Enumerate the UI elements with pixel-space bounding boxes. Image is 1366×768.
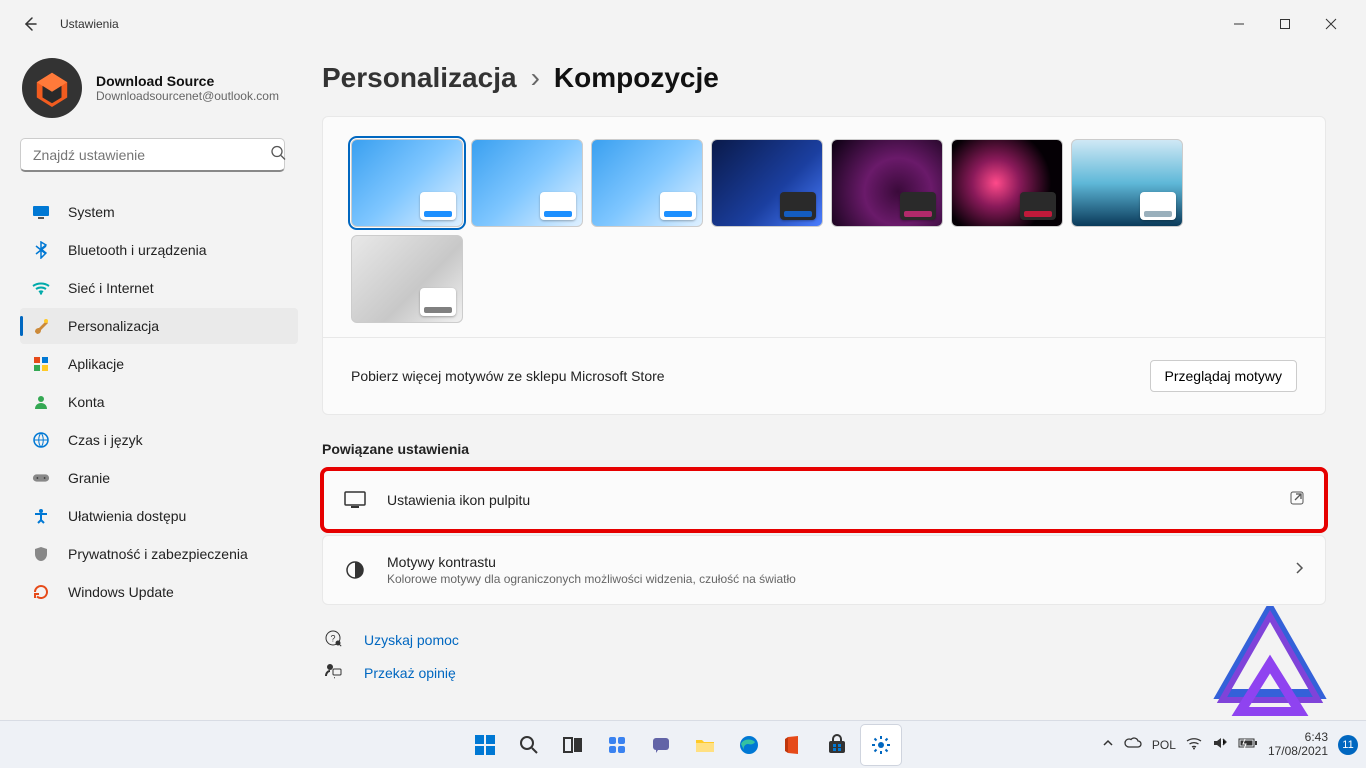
volume-icon[interactable]: [1212, 736, 1228, 753]
sidebar-item-display[interactable]: System: [20, 194, 298, 230]
onedrive-icon[interactable]: [1124, 736, 1142, 753]
help-icon: ?: [324, 629, 344, 650]
setting-row-1[interactable]: Motywy kontrastu Kolorowe motywy dla ogra…: [322, 535, 1326, 605]
sidebar-item-label: Ułatwienia dostępu: [68, 508, 186, 524]
search-input[interactable]: [20, 138, 285, 172]
taskbar-search-button[interactable]: [509, 725, 549, 765]
sidebar-item-update[interactable]: Windows Update: [20, 574, 298, 610]
sidebar-item-accessibility[interactable]: Ułatwienia dostępu: [20, 498, 298, 534]
section-title-related: Powiązane ustawienia: [322, 441, 1326, 457]
shield-icon: [32, 545, 50, 563]
file-explorer-button[interactable]: [685, 725, 725, 765]
gamepad-icon: [32, 469, 50, 487]
theme-thumb-5[interactable]: [951, 139, 1063, 227]
theme-thumb-6[interactable]: [1071, 139, 1183, 227]
brush-icon: [32, 317, 50, 335]
external-link-icon: [1289, 490, 1305, 511]
sidebar-item-globe[interactable]: Czas i język: [20, 422, 298, 458]
store-text: Pobierz więcej motywów ze sklepu Microso…: [351, 368, 665, 384]
theme-thumb-0[interactable]: [351, 139, 463, 227]
globe-icon: [32, 431, 50, 449]
chat-button[interactable]: [641, 725, 681, 765]
avatar: [22, 58, 82, 118]
minimize-button[interactable]: [1216, 8, 1262, 40]
setting-title: Ustawienia ikon pulpitu: [387, 492, 530, 508]
settings-app-button[interactable]: [861, 725, 901, 765]
accessibility-icon: [32, 507, 50, 525]
sidebar-item-label: Personalizacja: [68, 318, 159, 334]
feedback-link[interactable]: Przekaż opinię: [322, 656, 1326, 689]
sidebar-item-label: Sieć i Internet: [68, 280, 154, 296]
sidebar-item-account[interactable]: Konta: [20, 384, 298, 420]
edge-button[interactable]: [729, 725, 769, 765]
get-help-link[interactable]: ? Uzyskaj pomoc: [322, 623, 1326, 656]
svg-text:?: ?: [330, 634, 335, 644]
browse-themes-button[interactable]: Przeglądaj motywy: [1150, 360, 1298, 392]
close-icon: [1325, 18, 1337, 30]
start-button[interactable]: [465, 725, 505, 765]
minimize-icon: [1233, 18, 1245, 30]
task-view-button[interactable]: [553, 725, 593, 765]
sidebar-item-shield[interactable]: Prywatność i zabezpieczenia: [20, 536, 298, 572]
sidebar-item-label: Windows Update: [68, 584, 174, 600]
update-icon: [32, 583, 50, 601]
theme-thumb-1[interactable]: [471, 139, 583, 227]
maximize-icon: [1279, 18, 1291, 30]
theme-thumb-4[interactable]: [831, 139, 943, 227]
feedback-icon: [324, 662, 344, 683]
breadcrumb-parent[interactable]: Personalizacja: [322, 62, 517, 94]
user-block[interactable]: Download Source Downloadsourcenet@outloo…: [22, 58, 298, 118]
breadcrumb: Personalizacja › Kompozycje: [322, 62, 1326, 94]
sidebar-item-wifi[interactable]: Sieć i Internet: [20, 270, 298, 306]
setting-desc: Kolorowe motywy dla ograniczonych możliw…: [387, 572, 796, 586]
office-button[interactable]: [773, 725, 813, 765]
contrast-icon: [343, 558, 367, 582]
theme-thumb-7[interactable]: [351, 235, 463, 323]
battery-icon[interactable]: [1238, 737, 1258, 752]
bluetooth-icon: [32, 241, 50, 259]
arrow-left-icon: [22, 16, 38, 32]
sidebar-item-label: Granie: [68, 470, 110, 486]
sidebar-item-apps[interactable]: Aplikacje: [20, 346, 298, 382]
clock[interactable]: 6:43 17/08/2021: [1268, 731, 1328, 757]
chevron-right-icon: [1293, 560, 1305, 581]
user-email: Downloadsourcenet@outlook.com: [96, 89, 279, 103]
sidebar-item-label: Czas i język: [68, 432, 143, 448]
maximize-button[interactable]: [1262, 8, 1308, 40]
theme-thumb-2[interactable]: [591, 139, 703, 227]
setting-row-0[interactable]: Ustawienia ikon pulpitu: [322, 469, 1326, 531]
close-button[interactable]: [1308, 8, 1354, 40]
notification-badge[interactable]: 11: [1338, 735, 1358, 755]
chevron-right-icon: ›: [531, 62, 540, 94]
wifi-icon[interactable]: [1186, 736, 1202, 753]
sidebar-item-brush[interactable]: Personalizacja: [20, 308, 298, 344]
breadcrumb-current: Kompozycje: [554, 62, 719, 94]
language-indicator[interactable]: POL: [1152, 738, 1176, 752]
sidebar-item-label: Prywatność i zabezpieczenia: [68, 546, 248, 562]
theme-thumb-3[interactable]: [711, 139, 823, 227]
widgets-button[interactable]: [597, 725, 637, 765]
setting-title: Motywy kontrastu: [387, 554, 796, 570]
apps-icon: [32, 355, 50, 373]
back-button[interactable]: [12, 6, 48, 42]
store-button[interactable]: [817, 725, 857, 765]
taskbar: POL 6:43 17/08/2021 11: [0, 720, 1366, 768]
sidebar-item-bluetooth[interactable]: Bluetooth i urządzenia: [20, 232, 298, 268]
wifi-icon: [32, 279, 50, 297]
window-title: Ustawienia: [60, 17, 119, 31]
sidebar-item-label: Bluetooth i urządzenia: [68, 242, 207, 258]
sidebar-item-label: System: [68, 204, 115, 220]
user-name: Download Source: [96, 73, 279, 89]
sidebar-item-label: Aplikacje: [68, 356, 124, 372]
account-icon: [32, 393, 50, 411]
desktop-icon: [343, 488, 367, 512]
tray-chevron-icon[interactable]: [1102, 737, 1114, 752]
overlay-logo-icon: [1210, 606, 1330, 716]
display-icon: [32, 203, 50, 221]
sidebar-item-gamepad[interactable]: Granie: [20, 460, 298, 496]
sidebar-item-label: Konta: [68, 394, 105, 410]
